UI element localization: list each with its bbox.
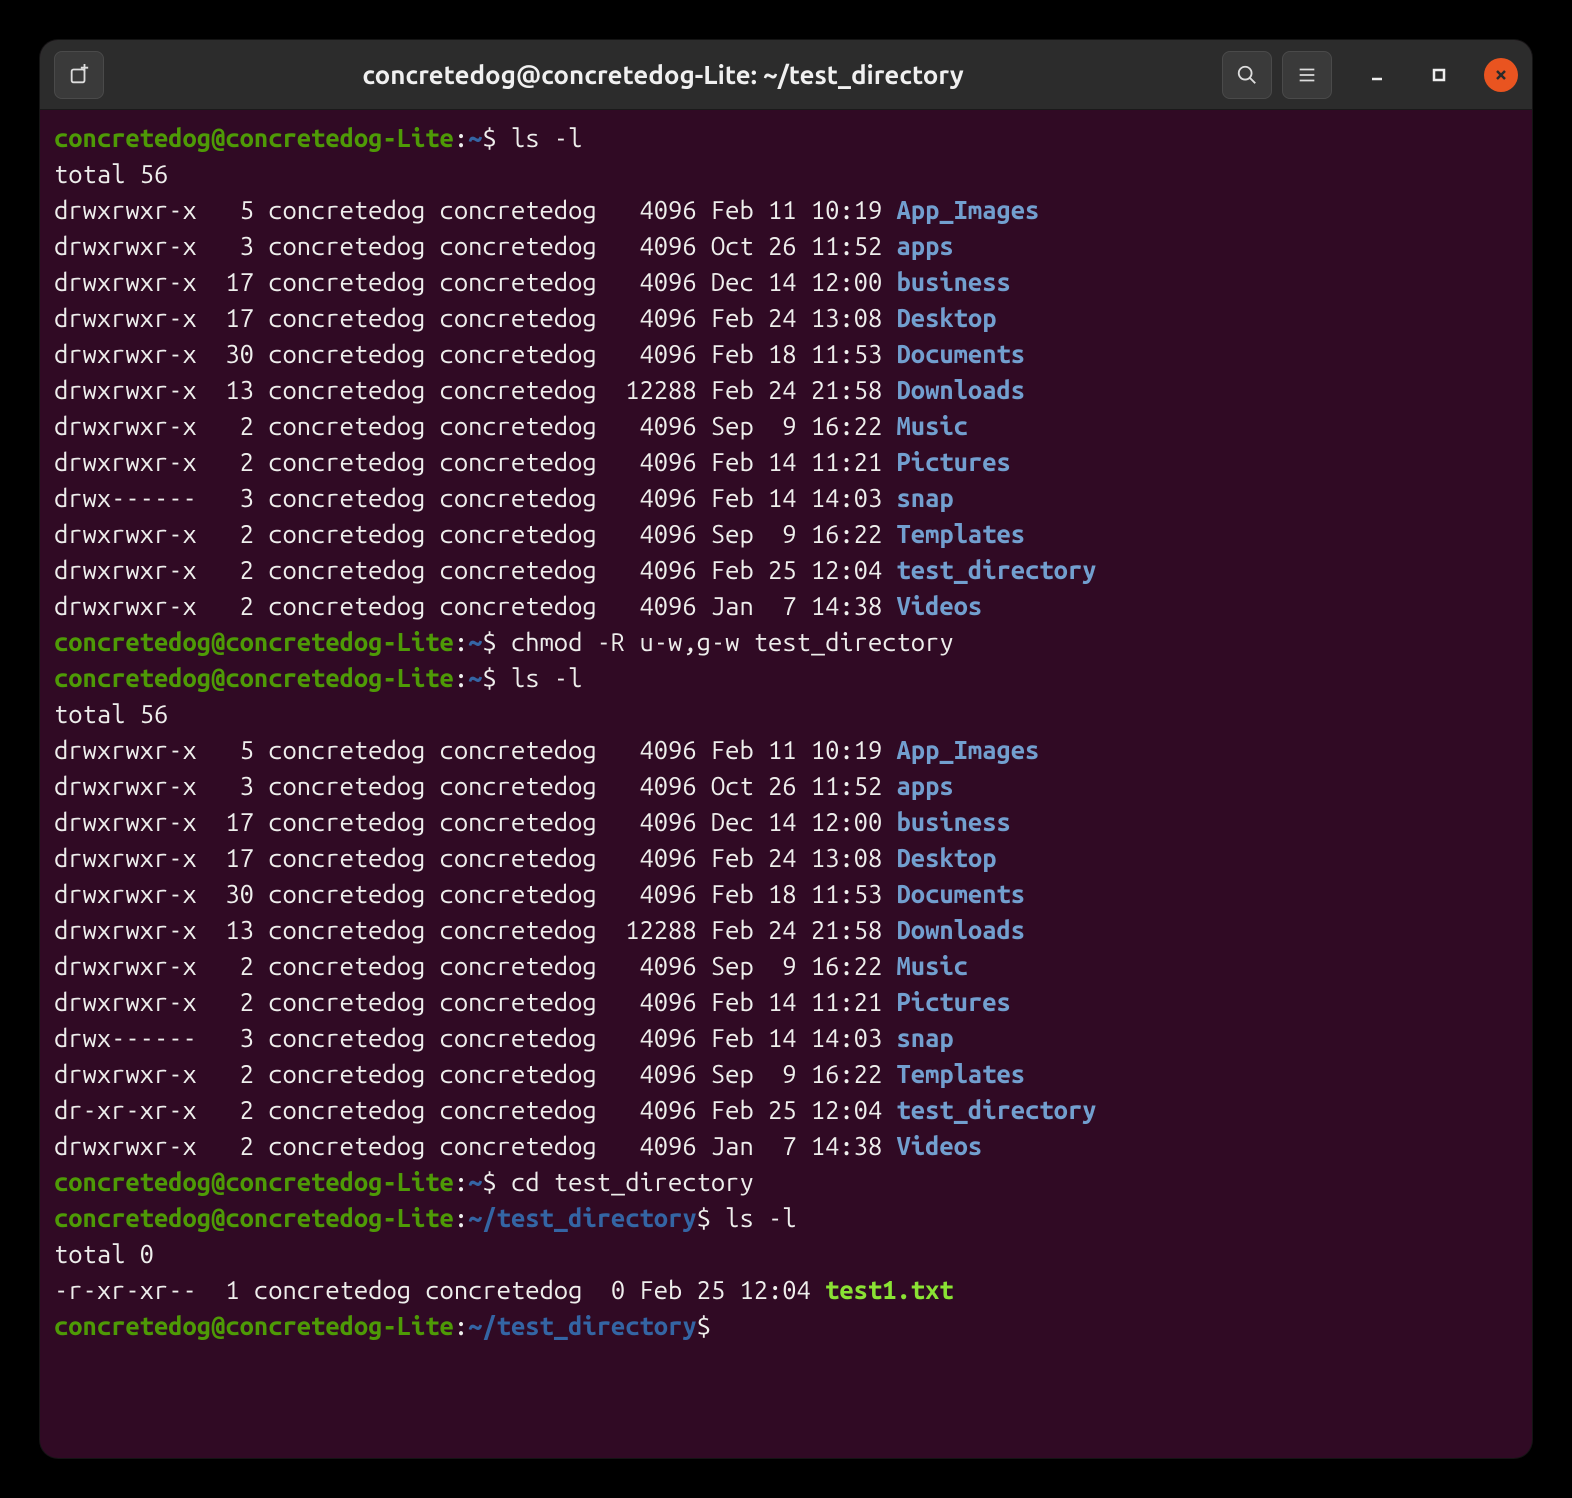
listing-row: drwxrwxr-x 17 concretedog concretedog 40… [54, 264, 1518, 300]
listing-row: drwxrwxr-x 2 concretedog concretedog 409… [54, 1128, 1518, 1164]
listing-row: dr-xr-xr-x 2 concretedog concretedog 409… [54, 1092, 1518, 1128]
listing-row: drwxrwxr-x 17 concretedog concretedog 40… [54, 840, 1518, 876]
listing-row: drwxrwxr-x 13 concretedog concretedog 12… [54, 912, 1518, 948]
listing-row: -r-xr-xr-- 1 concretedog concretedog 0 F… [54, 1272, 1518, 1308]
listing-row: drwxrwxr-x 2 concretedog concretedog 409… [54, 588, 1518, 624]
search-button[interactable] [1222, 51, 1272, 99]
listing-row: drwxrwxr-x 2 concretedog concretedog 409… [54, 984, 1518, 1020]
listing-row: drwxrwxr-x 30 concretedog concretedog 40… [54, 876, 1518, 912]
listing-row: drwx------ 3 concretedog concretedog 409… [54, 1020, 1518, 1056]
prompt-line: concretedog@concretedog-Lite:~$ ls -l [54, 660, 1518, 696]
listing-row: drwxrwxr-x 2 concretedog concretedog 409… [54, 552, 1518, 588]
listing-row: drwxrwxr-x 17 concretedog concretedog 40… [54, 804, 1518, 840]
listing-row: drwxrwxr-x 30 concretedog concretedog 40… [54, 336, 1518, 372]
listing-row: drwxrwxr-x 3 concretedog concretedog 409… [54, 768, 1518, 804]
total-line: total 0 [54, 1236, 1518, 1272]
listing-row: drwxrwxr-x 2 concretedog concretedog 409… [54, 516, 1518, 552]
listing-row: drwxrwxr-x 2 concretedog concretedog 409… [54, 948, 1518, 984]
prompt-line[interactable]: concretedog@concretedog-Lite:~/test_dire… [54, 1308, 1518, 1344]
listing-row: drwxrwxr-x 13 concretedog concretedog 12… [54, 372, 1518, 408]
new-tab-button[interactable] [54, 51, 104, 99]
listing-row: drwxrwxr-x 5 concretedog concretedog 409… [54, 192, 1518, 228]
prompt-line: concretedog@concretedog-Lite:~/test_dire… [54, 1200, 1518, 1236]
prompt-line: concretedog@concretedog-Lite:~$ ls -l [54, 120, 1518, 156]
menu-button[interactable] [1282, 51, 1332, 99]
minimize-button[interactable] [1360, 58, 1394, 92]
listing-row: drwxrwxr-x 3 concretedog concretedog 409… [54, 228, 1518, 264]
prompt-line: concretedog@concretedog-Lite:~$ chmod -R… [54, 624, 1518, 660]
maximize-button[interactable] [1422, 58, 1456, 92]
window-title: concretedog@concretedog-Lite: ~/test_dir… [116, 60, 1210, 89]
listing-row: drwxrwxr-x 2 concretedog concretedog 409… [54, 408, 1518, 444]
terminal-window: concretedog@concretedog-Lite: ~/test_dir… [40, 40, 1532, 1458]
listing-row: drwxrwxr-x 2 concretedog concretedog 409… [54, 1056, 1518, 1092]
listing-row: drwxrwxr-x 5 concretedog concretedog 409… [54, 732, 1518, 768]
listing-row: drwxrwxr-x 2 concretedog concretedog 409… [54, 444, 1518, 480]
listing-row: drwx------ 3 concretedog concretedog 409… [54, 480, 1518, 516]
total-line: total 56 [54, 156, 1518, 192]
terminal-output[interactable]: concretedog@concretedog-Lite:~$ ls -ltot… [40, 110, 1532, 1458]
titlebar: concretedog@concretedog-Lite: ~/test_dir… [40, 40, 1532, 110]
prompt-line: concretedog@concretedog-Lite:~$ cd test_… [54, 1164, 1518, 1200]
close-button[interactable] [1484, 58, 1518, 92]
listing-row: drwxrwxr-x 17 concretedog concretedog 40… [54, 300, 1518, 336]
total-line: total 56 [54, 696, 1518, 732]
